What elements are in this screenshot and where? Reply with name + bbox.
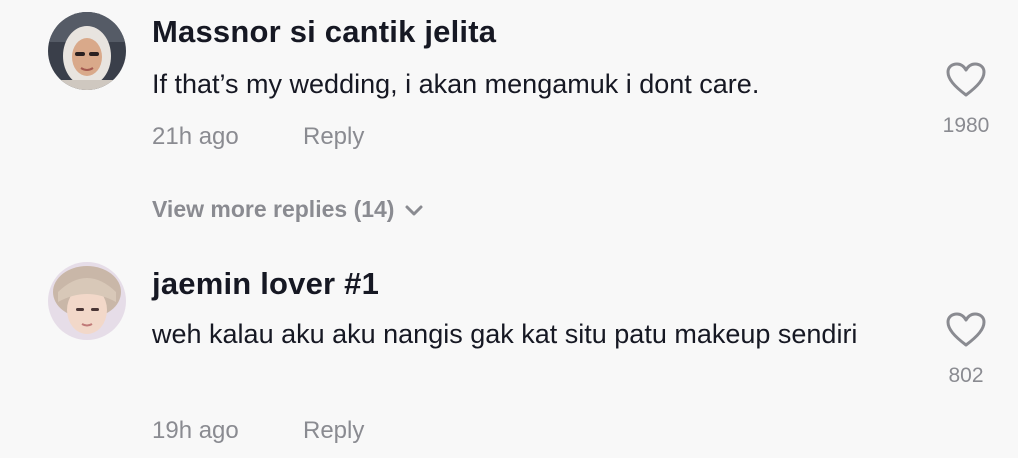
view-more-replies-button[interactable]: View more replies (14) — [152, 196, 424, 223]
avatar[interactable] — [48, 262, 126, 340]
reply-button[interactable]: Reply — [303, 123, 364, 151]
comment-text: weh kalau aku aku nangis gak kat situ pa… — [152, 319, 858, 349]
comment-timestamp: 21h ago — [152, 123, 239, 150]
comments-panel: Massnor si cantik jelita If that’s my we… — [0, 0, 1018, 458]
comment-username[interactable]: jaemin lover #1 — [152, 266, 379, 302]
heart-icon — [946, 62, 986, 97]
like-button[interactable] — [946, 62, 986, 98]
view-more-replies-label: View more replies (14) — [152, 196, 395, 222]
like-count: 1980 — [942, 114, 990, 137]
heart-icon — [946, 312, 986, 347]
chevron-down-icon — [405, 205, 423, 215]
avatar[interactable] — [48, 12, 126, 90]
comment-timestamp: 19h ago — [152, 417, 239, 444]
comment-username[interactable]: Massnor si cantik jelita — [152, 14, 496, 50]
like-button[interactable] — [946, 312, 986, 348]
comment-text: If that’s my wedding, i akan mengamuk i … — [152, 69, 760, 99]
like-count: 802 — [948, 364, 984, 387]
reply-button[interactable]: Reply — [303, 417, 364, 445]
